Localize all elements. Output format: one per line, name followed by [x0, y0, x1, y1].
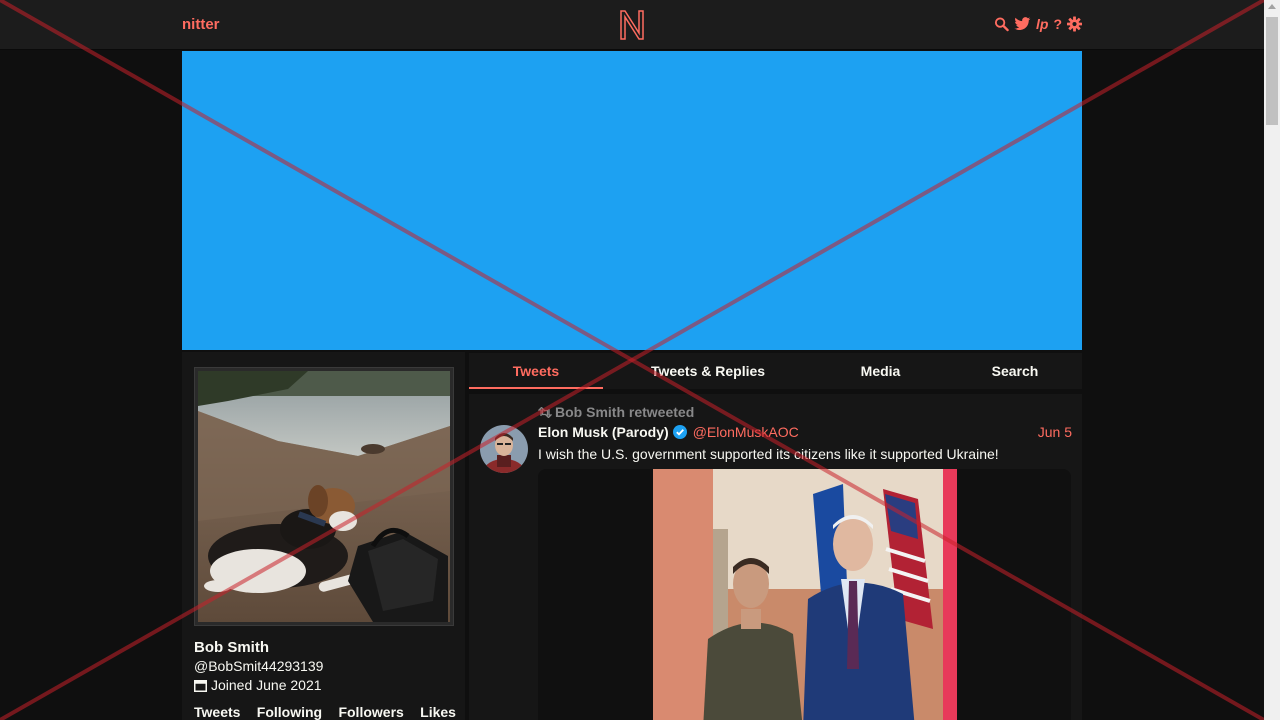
- profile-stats: Tweets Following Followers Likes: [194, 704, 456, 720]
- brand-link[interactable]: nitter: [182, 16, 220, 33]
- timeline-tabs: Tweets Tweets & Replies Media Search: [469, 353, 1082, 389]
- avatar-image: [480, 425, 528, 473]
- verified-icon: [672, 425, 687, 439]
- stat-likes[interactable]: Likes: [420, 704, 456, 720]
- help-icon[interactable]: ?: [1053, 16, 1062, 32]
- profile-card: Bob Smith @BobSmit44293139 Joined June 2…: [182, 352, 465, 720]
- profile-joined: Joined June 2021: [194, 677, 322, 693]
- dog-photo: [198, 371, 450, 622]
- tweet-username[interactable]: @ElonMuskAOC: [693, 424, 799, 440]
- profile-banner[interactable]: [182, 51, 1082, 350]
- gear-icon[interactable]: [1067, 16, 1082, 32]
- search-icon[interactable]: [994, 16, 1009, 32]
- tweet-avatar[interactable]: [480, 425, 528, 473]
- retweet-label: Bob Smith retweeted: [555, 404, 695, 420]
- tweet-fullname[interactable]: Elon Musk (Parody): [538, 424, 669, 440]
- scroll-thumb[interactable]: [1266, 17, 1278, 125]
- page-scrollbar[interactable]: [1264, 0, 1280, 720]
- tab-search[interactable]: Search: [948, 353, 1082, 389]
- tweet-header: Elon Musk (Parody) @ElonMuskAOC Jun 5: [538, 424, 1072, 440]
- navbar: nitter lp ?: [0, 0, 1264, 50]
- profile-fullname[interactable]: Bob Smith: [194, 639, 269, 656]
- profile-avatar[interactable]: [194, 367, 454, 626]
- joined-text: Joined June 2021: [211, 677, 322, 693]
- stat-following[interactable]: Following: [257, 704, 322, 720]
- tweet-item[interactable]: Bob Smith retweeted Elon Musk (Parody) @…: [469, 394, 1082, 720]
- tweet-text: I wish the U.S. government supported its…: [538, 446, 999, 462]
- scroll-up-arrow-icon[interactable]: [1268, 4, 1276, 9]
- liberapay-icon[interactable]: lp: [1036, 16, 1048, 32]
- profile-username[interactable]: @BobSmit44293139: [194, 658, 323, 674]
- twitter-bird-icon[interactable]: [1014, 16, 1031, 32]
- calendar-icon: [194, 679, 207, 692]
- tab-tweets[interactable]: Tweets: [469, 353, 603, 389]
- stat-tweets[interactable]: Tweets: [194, 704, 240, 720]
- nitter-logo[interactable]: [618, 9, 646, 41]
- retweet-header: Bob Smith retweeted: [538, 404, 694, 420]
- stat-followers[interactable]: Followers: [338, 704, 403, 720]
- tab-tweets-replies[interactable]: Tweets & Replies: [603, 353, 813, 389]
- tweet-date[interactable]: Jun 5: [1038, 424, 1072, 440]
- nav-icons: lp ?: [994, 16, 1082, 32]
- tweet-media[interactable]: [538, 469, 1071, 720]
- retweet-icon: [538, 406, 552, 418]
- tweet-photo: [653, 469, 957, 720]
- tab-media[interactable]: Media: [813, 353, 948, 389]
